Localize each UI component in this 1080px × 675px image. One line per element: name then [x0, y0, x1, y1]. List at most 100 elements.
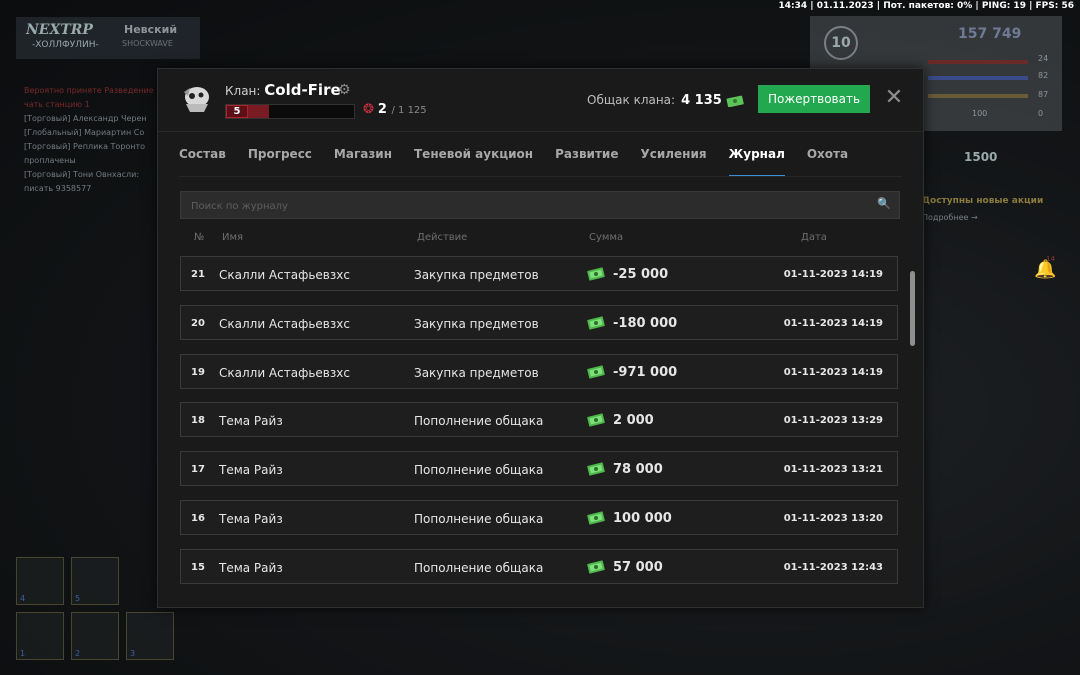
- chat-line: [Торговый] Александр Черен: [24, 114, 147, 123]
- col-name: Имя: [222, 232, 244, 243]
- row-date: 01-11-2023 13:21: [783, 464, 883, 476]
- chat-log: Вероятно приняте Разведение чать станцию …: [24, 84, 164, 196]
- tab-6[interactable]: Журнал: [728, 147, 785, 177]
- stat-extra: 100: [972, 109, 988, 118]
- row-number: 18: [191, 415, 205, 427]
- row-name: Тема Райз: [219, 463, 283, 478]
- row-sum: -180 000: [613, 315, 678, 331]
- members-icon: ❂: [363, 102, 374, 117]
- tab-3[interactable]: Теневой аукцион: [414, 147, 533, 177]
- row-date: 01-11-2023 13:20: [783, 513, 883, 524]
- close-icon[interactable]: ✕: [884, 87, 904, 109]
- promo-more-link[interactable]: Подробнее →: [922, 213, 978, 222]
- table-row[interactable]: 16 Тема Райз Пополнение общака 100 000 01-11…: [180, 500, 898, 535]
- stat-bar-health: [928, 60, 1028, 64]
- tab-5[interactable]: Усиления: [640, 147, 706, 177]
- row-date: 01-11-2023 14:19: [783, 366, 883, 378]
- stat-value-2: 82: [1038, 71, 1049, 80]
- row-sum: 100 000: [613, 511, 672, 526]
- weapon-ammo: 1500: [964, 150, 998, 164]
- slot-number: 4: [20, 594, 26, 603]
- clan-header: Клан: Cold-Fire ⚙ 5 ❂ 2 / 1 125 Общак кла…: [158, 69, 923, 132]
- money-icon: [726, 93, 744, 107]
- logo-sub: -ХОЛЛФУЛИН-: [32, 40, 99, 50]
- row-number: 16: [191, 513, 205, 524]
- table-row[interactable]: 17 Тема Райз Пополнение общака 78 000 01-11-…: [180, 451, 898, 487]
- row-sum: 2 000: [613, 413, 654, 429]
- members-total: / 1 125: [391, 105, 427, 116]
- clan-members: ❂ 2 / 1 125: [363, 102, 427, 117]
- col-sum: Сумма: [589, 232, 624, 243]
- money-icon: [586, 560, 606, 577]
- chat-line: чать станцию 1: [24, 100, 90, 109]
- table-row[interactable]: 19 Скалли Астафьевзхс Закупка предметов -97…: [180, 353, 898, 389]
- money-icon: [586, 413, 606, 430]
- row-name: Тема Райз: [219, 560, 283, 575]
- stat-bar-hunger: [928, 94, 1028, 98]
- table-row[interactable]: 20 Скалли Астафьевзхс Закупка предметов -18…: [180, 304, 898, 340]
- row-date: 01-11-2023 14:19: [783, 269, 883, 280]
- row-action: Пополнение общака: [414, 512, 544, 526]
- row-sum: 78 000: [613, 462, 663, 478]
- search-icon[interactable]: 🔍: [877, 197, 891, 210]
- slot-number: 1: [20, 649, 26, 658]
- server-logo: NEXTRP -ХОЛЛФУЛИН- Невский SHOCKWAVE: [16, 17, 200, 59]
- tab-4[interactable]: Развитие: [555, 147, 618, 177]
- row-name: Тема Райз: [219, 512, 283, 526]
- row-number: 17: [191, 464, 205, 476]
- status-bar: 14:34 | 01.11.2023 | Пот. пакетов: 0% | …: [778, 1, 1075, 11]
- row-number: 21: [191, 269, 205, 280]
- tabs-divider: [179, 176, 902, 177]
- slot-number: 3: [130, 649, 136, 658]
- slot-number: 5: [75, 594, 81, 603]
- inventory-slot[interactable]: 2: [71, 612, 119, 660]
- row-action: Пополнение общака: [414, 560, 544, 575]
- money-icon: [586, 365, 606, 382]
- donate-button[interactable]: Пожертвовать: [758, 85, 870, 113]
- server-sub: SHOCKWAVE: [122, 39, 173, 48]
- tab-1[interactable]: Прогресс: [248, 147, 312, 177]
- money-icon: [586, 316, 606, 333]
- row-action: Закупка предметов: [414, 268, 539, 282]
- tab-2[interactable]: Магазин: [334, 147, 392, 177]
- row-action: Пополнение общака: [414, 463, 544, 478]
- table-row[interactable]: 15 Тема Райз Пополнение общака 57 000 01-11-…: [180, 548, 898, 584]
- search-input[interactable]: [189, 196, 873, 216]
- bell-icon[interactable]: 🔔 14: [1034, 255, 1056, 280]
- clan-emblem-icon: [180, 82, 214, 116]
- clan-title: Клан: Cold-Fire: [225, 81, 341, 99]
- stat-bar-armor: [928, 76, 1028, 80]
- chat-line: писать 9358577: [24, 184, 92, 193]
- table-row[interactable]: 21 Скалли Астафьевзхс Закупка предметов -25…: [180, 256, 898, 291]
- inventory-slot[interactable]: 1: [16, 612, 64, 660]
- logo-brand: NEXTRP: [26, 22, 93, 38]
- arrow-right-icon: →: [970, 213, 978, 222]
- money-icon: [586, 511, 606, 528]
- scrollbar-thumb[interactable]: [910, 271, 915, 346]
- col-action: Действие: [417, 232, 468, 243]
- treasury-label: Общак клана:: [587, 93, 676, 107]
- stat-value-1: 24: [1038, 54, 1049, 63]
- player-money: 157 749: [958, 26, 1022, 42]
- clan-treasury: Общак клана: 4 135: [587, 93, 744, 108]
- tab-7[interactable]: Охота: [807, 147, 848, 177]
- row-name: Тема Райз: [219, 414, 283, 429]
- treasury-value: 4 135: [681, 93, 722, 108]
- chat-line: [Торговый] Реплика Торонто: [24, 142, 146, 151]
- chat-line: [Глобальный] Мариартин Со: [24, 128, 145, 137]
- promo-title[interactable]: Доступны новые акции: [922, 196, 1043, 206]
- inventory-slot[interactable]: 3: [126, 612, 174, 660]
- tab-0[interactable]: Состав: [179, 147, 226, 177]
- gear-icon[interactable]: ⚙: [338, 82, 351, 98]
- row-sum: -971 000: [613, 364, 678, 380]
- inventory-slot[interactable]: 5: [71, 557, 119, 605]
- table-row[interactable]: 18 Тема Райз Пополнение общака 2 000 01-11-2…: [180, 402, 898, 438]
- inventory-slot[interactable]: 4: [16, 557, 64, 605]
- clan-tabs: Состав Прогресс Магазин Теневой аукцион Разв…: [179, 147, 870, 177]
- chat-line: проплачены: [24, 156, 76, 165]
- row-name: Скалли Астафьевзхс: [219, 268, 350, 282]
- row-date: 01-11-2023 14:19: [783, 317, 883, 329]
- money-icon: [586, 462, 606, 479]
- clan-level: 5: [226, 105, 248, 118]
- stat-value-3: 87: [1038, 90, 1049, 99]
